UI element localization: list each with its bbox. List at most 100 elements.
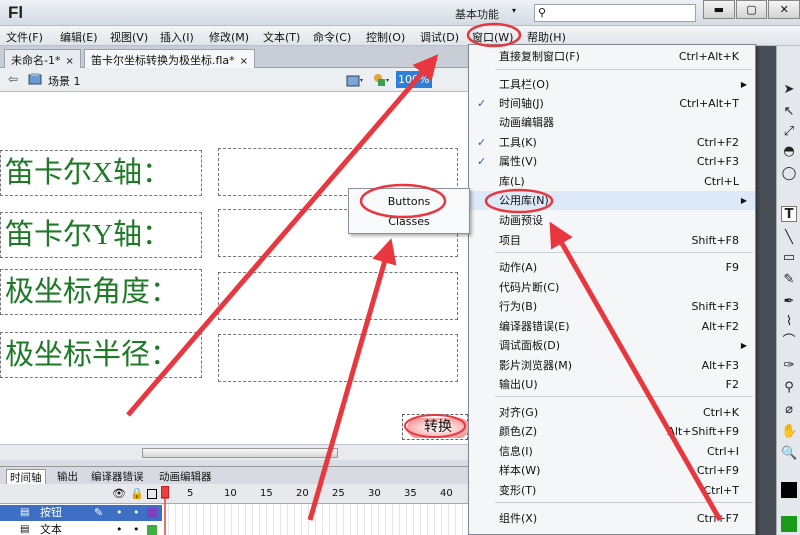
menu-modify[interactable]: 修改(M) (209, 29, 249, 45)
tab-cartesian-to-polar[interactable]: 笛卡尔坐标转换为极坐标.fla* × (84, 49, 256, 68)
label-polar-angle: 极坐标角度： (0, 269, 202, 315)
menu-insert[interactable]: 插入(I) (160, 29, 194, 45)
menuitem-components[interactable]: 组件(X) Ctrl+F7 (469, 509, 755, 528)
visibility-dot-icon[interactable]: • (116, 505, 123, 521)
layer-name: 文本 (40, 523, 62, 535)
pencil-tool-icon[interactable]: ✎ (781, 272, 797, 288)
menuitem-swatches[interactable]: 样本(W) Ctrl+F9 (469, 461, 755, 480)
zoom-tool-icon[interactable]: 🔍 (781, 446, 797, 462)
text-tool-icon[interactable]: T (781, 206, 797, 222)
title-bar: Fl 基本功能 ▾ ⚲ ▬ ▢ ✕ (0, 0, 800, 26)
deco-tool-icon[interactable]: ⌇ (781, 314, 797, 330)
menuitem-common-libraries[interactable]: 公用库(N) ▶ (469, 191, 755, 210)
layer-icon: ▤ (20, 524, 30, 535)
outline-icon[interactable] (147, 489, 157, 499)
back-arrow-icon[interactable]: ⇦ (8, 72, 18, 86)
eyedropper-tool-icon[interactable]: ⚲ (781, 380, 797, 396)
rectangle-tool-icon[interactable]: ▭ (781, 250, 797, 266)
restore-button[interactable]: ▢ (735, 0, 768, 19)
minimize-button[interactable]: ▬ (703, 0, 735, 19)
workspace-switcher[interactable]: 基本功能 (455, 6, 499, 22)
menuitem-actions[interactable]: 动作(A) F9 (469, 258, 755, 277)
menu-control[interactable]: 控制(O) (366, 29, 405, 45)
output-polar-angle[interactable] (218, 272, 458, 320)
menuitem-tools[interactable]: ✓ 工具(K) Ctrl+F2 (469, 133, 755, 152)
bone-tool-icon[interactable]: ⌒ (781, 334, 797, 350)
stroke-color-swatch[interactable] (781, 482, 797, 498)
frame-number: 25 (332, 488, 345, 499)
layer-color-swatch[interactable] (147, 508, 157, 518)
menu-help[interactable]: 帮助(H) (527, 29, 566, 45)
menuitem-transform[interactable]: 变形(T) Ctrl+T (469, 481, 755, 500)
menuitem-align[interactable]: 对齐(G) Ctrl+K (469, 403, 755, 422)
submenu-item-buttons[interactable]: Buttons (349, 192, 469, 212)
close-icon[interactable]: × (65, 56, 73, 67)
tab-motion-editor[interactable]: 动画编辑器 (156, 469, 215, 484)
menu-view[interactable]: 视图(V) (110, 29, 148, 45)
visibility-dot-icon[interactable]: • (116, 522, 123, 535)
free-transform-tool-icon[interactable]: ⤢ (781, 124, 797, 140)
pen-tool-icon[interactable]: ✒ (781, 294, 797, 310)
menuitem-code-snippets[interactable]: 代码片断(C) (469, 278, 755, 297)
stage[interactable]: 笛卡尔X轴： 笛卡尔Y轴： 极坐标角度： 极坐标半径： 转换 (0, 92, 469, 444)
lock-icon[interactable]: 🔒 (130, 487, 144, 500)
hand-tool-icon[interactable]: ✋ (781, 424, 797, 440)
document-tab-bar: 未命名-1* × 笛卡尔坐标转换为极坐标.fla* × (0, 46, 470, 68)
edit-symbol-icon[interactable] (372, 72, 390, 88)
layer-color-swatch[interactable] (147, 525, 157, 535)
scrollbar-thumb[interactable] (142, 448, 338, 458)
menuitem-properties[interactable]: ✓ 属性(V) Ctrl+F3 (469, 152, 755, 171)
subselection-tool-icon[interactable]: ↖ (781, 104, 797, 120)
submenu-item-classes[interactable]: Classes (349, 212, 469, 232)
tab-label: 笛卡尔坐标转换为极坐标.fla* (91, 54, 235, 67)
menu-text[interactable]: 文本(T) (263, 29, 300, 45)
layer-icon: ▤ (20, 507, 30, 518)
menuitem-motion-presets[interactable]: 动画预设 (469, 211, 755, 230)
menuitem-project[interactable]: 项目 Shift+F8 (469, 231, 755, 250)
menuitem-info[interactable]: 信息(I) Ctrl+I (469, 442, 755, 461)
menuitem-color[interactable]: 颜色(Z) Alt+Shift+F9 (469, 422, 755, 441)
selection-tool-icon[interactable]: ➤ (781, 82, 797, 98)
menuitem-compiler-errors[interactable]: 编译器错误(E) Alt+F2 (469, 317, 755, 336)
menuitem-motion-editor[interactable]: 动画编辑器 (469, 113, 755, 132)
menuitem-duplicate-window[interactable]: 直接复制窗口(F) Ctrl+Alt+K (469, 47, 755, 66)
tab-timeline[interactable]: 时间轴 (6, 469, 46, 485)
output-polar-radius[interactable] (218, 334, 458, 382)
layer-row-buttons[interactable]: ▤ 按钮 ✎ • • (0, 505, 162, 521)
playhead[interactable] (161, 486, 169, 535)
eye-icon[interactable]: 👁 (112, 487, 126, 500)
tab-output[interactable]: 输出 (54, 469, 81, 484)
menuitem-debug-panels[interactable]: 调试面板(D) ▶ (469, 336, 755, 355)
help-search-input[interactable]: ⚲ (534, 4, 696, 22)
menu-debug[interactable]: 调试(D) (420, 29, 459, 45)
stage-horizontal-scrollbar[interactable] (0, 444, 468, 460)
tab-untitled-1[interactable]: 未命名-1* × (4, 49, 81, 68)
menuitem-timeline[interactable]: ✓ 时间轴(J) Ctrl+Alt+T (469, 94, 755, 113)
menu-file[interactable]: 文件(F) (6, 29, 43, 45)
tab-compiler-errors[interactable]: 编译器错误 (88, 469, 147, 484)
lasso-tool-icon[interactable]: ◯ (781, 166, 797, 182)
menuitem-movie-explorer[interactable]: 影片浏览器(M) Alt+F3 (469, 356, 755, 375)
menuitem-library[interactable]: 库(L) Ctrl+L (469, 172, 755, 191)
paint-bucket-tool-icon[interactable]: ✑ (781, 358, 797, 374)
menuitem-behaviors[interactable]: 行为(B) Shift+F3 (469, 297, 755, 316)
lock-dot-icon[interactable]: • (133, 522, 140, 535)
menu-edit[interactable]: 编辑(E) (60, 29, 98, 45)
menu-commands[interactable]: 命令(C) (313, 29, 351, 45)
close-icon[interactable]: × (240, 56, 248, 67)
lock-dot-icon[interactable]: • (133, 505, 140, 521)
timeline-frames[interactable] (162, 504, 468, 535)
menuitem-output[interactable]: 输出(U) F2 (469, 375, 755, 394)
menu-window[interactable]: 窗口(W) (472, 29, 513, 45)
line-tool-icon[interactable]: ╲ (781, 230, 797, 246)
zoom-input[interactable]: 100% (396, 71, 432, 88)
3d-rotation-tool-icon[interactable]: ◓ (781, 144, 797, 160)
fill-color-swatch[interactable] (781, 516, 797, 532)
convert-button[interactable]: 转换 (402, 414, 469, 440)
close-button[interactable]: ✕ (768, 0, 800, 19)
eraser-tool-icon[interactable]: ⌀ (781, 402, 797, 418)
menuitem-toolbars[interactable]: 工具栏(O) ▶ (469, 75, 755, 94)
chevron-down-icon[interactable]: ▾ (512, 6, 516, 15)
layer-row-text[interactable]: ▤ 文本 • • (0, 522, 162, 535)
edit-scene-icon[interactable] (346, 72, 364, 88)
